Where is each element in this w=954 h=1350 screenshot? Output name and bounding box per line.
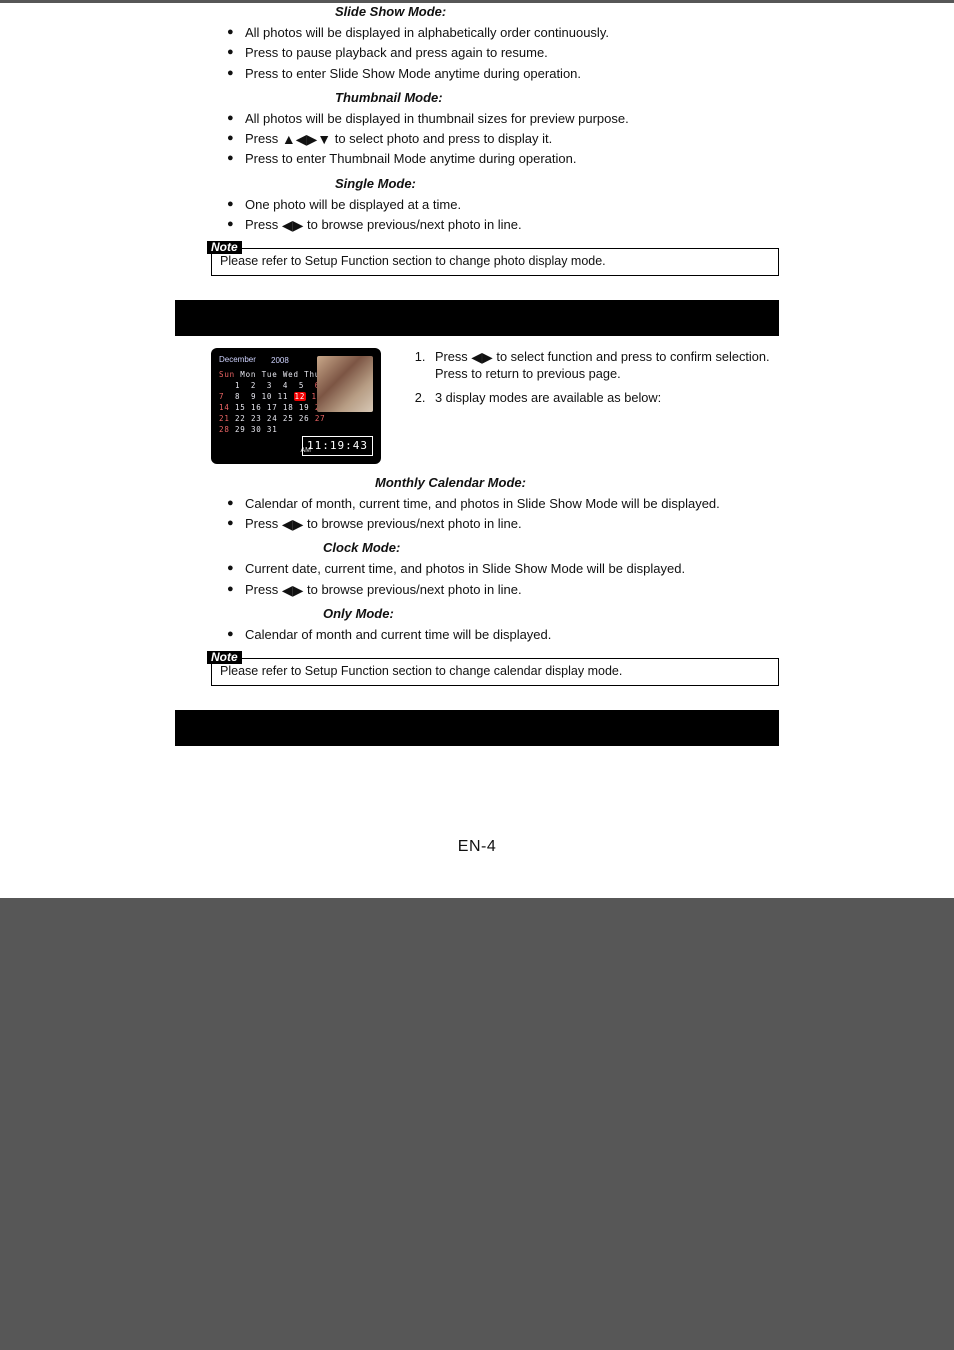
mode-label-single: Single Mode:	[335, 175, 779, 193]
note-text: Please refer to Setup Function section t…	[211, 658, 779, 686]
bullet-list: All photos will be displayed in alphabet…	[175, 24, 779, 83]
page-number: EN-4	[175, 836, 779, 858]
bullet-item: Press ▲◀▶▼ to select photo and press to …	[227, 130, 779, 148]
bullet-item: Calendar of month, current time, and pho…	[227, 495, 779, 513]
bullet-item: All photos will be displayed in alphabet…	[227, 24, 779, 42]
note-tag: Note	[207, 651, 242, 664]
mode-label-only: Only Mode:	[323, 605, 779, 623]
step-item: 3 display modes are available as below:	[429, 389, 779, 407]
bullet-list: One photo will be displayed at a time. P…	[175, 196, 779, 234]
bullet-item: Current date, current time, and photos i…	[227, 560, 779, 578]
note-tag: Note	[207, 241, 242, 254]
arrow-lr-icon: ◀▶	[282, 582, 304, 598]
device-preview: December 2008 Sun Mon Tue Wed Thu Fri Sa…	[211, 348, 381, 464]
photo-thumbnail	[317, 356, 373, 412]
bullet-item: Calendar of month and current time will …	[227, 626, 779, 644]
bullet-list: Calendar of month, current time, and pho…	[175, 495, 779, 533]
step-item: Press ◀▶ to select function and press to…	[429, 348, 779, 384]
mode-label-thumbnail: Thumbnail Mode:	[335, 89, 779, 107]
arrow-lr-icon: ◀▶	[282, 217, 304, 233]
arrow-lr-icon: ◀▶	[471, 349, 493, 365]
bullet-item: Press to enter Thumbnail Mode anytime du…	[227, 150, 779, 168]
bullet-item: Press ◀▶ to browse previous/next photo i…	[227, 515, 779, 533]
instruction-steps: Press ◀▶ to select function and press to…	[401, 348, 779, 414]
page: Slide Show Mode: All photos will be disp…	[0, 3, 954, 898]
bullet-item: All photos will be displayed in thumbnai…	[227, 110, 779, 128]
note-box: Note Please refer to Setup Function sect…	[211, 658, 779, 686]
mode-label-slideshow: Slide Show Mode:	[335, 3, 779, 21]
calendar-intro-row: December 2008 Sun Mon Tue Wed Thu Fri Sa…	[175, 348, 779, 464]
photo-modes: Slide Show Mode: All photos will be disp…	[175, 3, 779, 234]
bullet-list: All photos will be displayed in thumbnai…	[175, 110, 779, 169]
section-heading-calendar	[175, 300, 779, 336]
note-text: Please refer to Setup Function section t…	[211, 248, 779, 276]
arrow-udlr-icon: ▲◀▶▼	[282, 131, 331, 147]
page-content: Slide Show Mode: All photos will be disp…	[0, 3, 954, 898]
section-heading-lower	[175, 710, 779, 746]
bullet-item: Press ◀▶ to browse previous/next photo i…	[227, 581, 779, 599]
calendar-modes: Monthly Calendar Mode: Calendar of month…	[175, 474, 779, 645]
calendar-year: 2008	[271, 355, 289, 366]
bullet-item: One photo will be displayed at a time.	[227, 196, 779, 214]
mode-label-monthly: Monthly Calendar Mode:	[375, 474, 779, 492]
bullet-item: Press ◀▶ to browse previous/next photo i…	[227, 216, 779, 234]
arrow-lr-icon: ◀▶	[282, 516, 304, 532]
bullet-item: Press to enter Slide Show Mode anytime d…	[227, 65, 779, 83]
bullet-list: Current date, current time, and photos i…	[175, 560, 779, 598]
mode-label-clock: Clock Mode:	[323, 539, 779, 557]
clock-display: 11:19:43	[302, 436, 373, 455]
bullet-item: Press to pause playback and press again …	[227, 44, 779, 62]
bullet-list: Calendar of month and current time will …	[175, 626, 779, 644]
note-box: Note Please refer to Setup Function sect…	[211, 248, 779, 276]
